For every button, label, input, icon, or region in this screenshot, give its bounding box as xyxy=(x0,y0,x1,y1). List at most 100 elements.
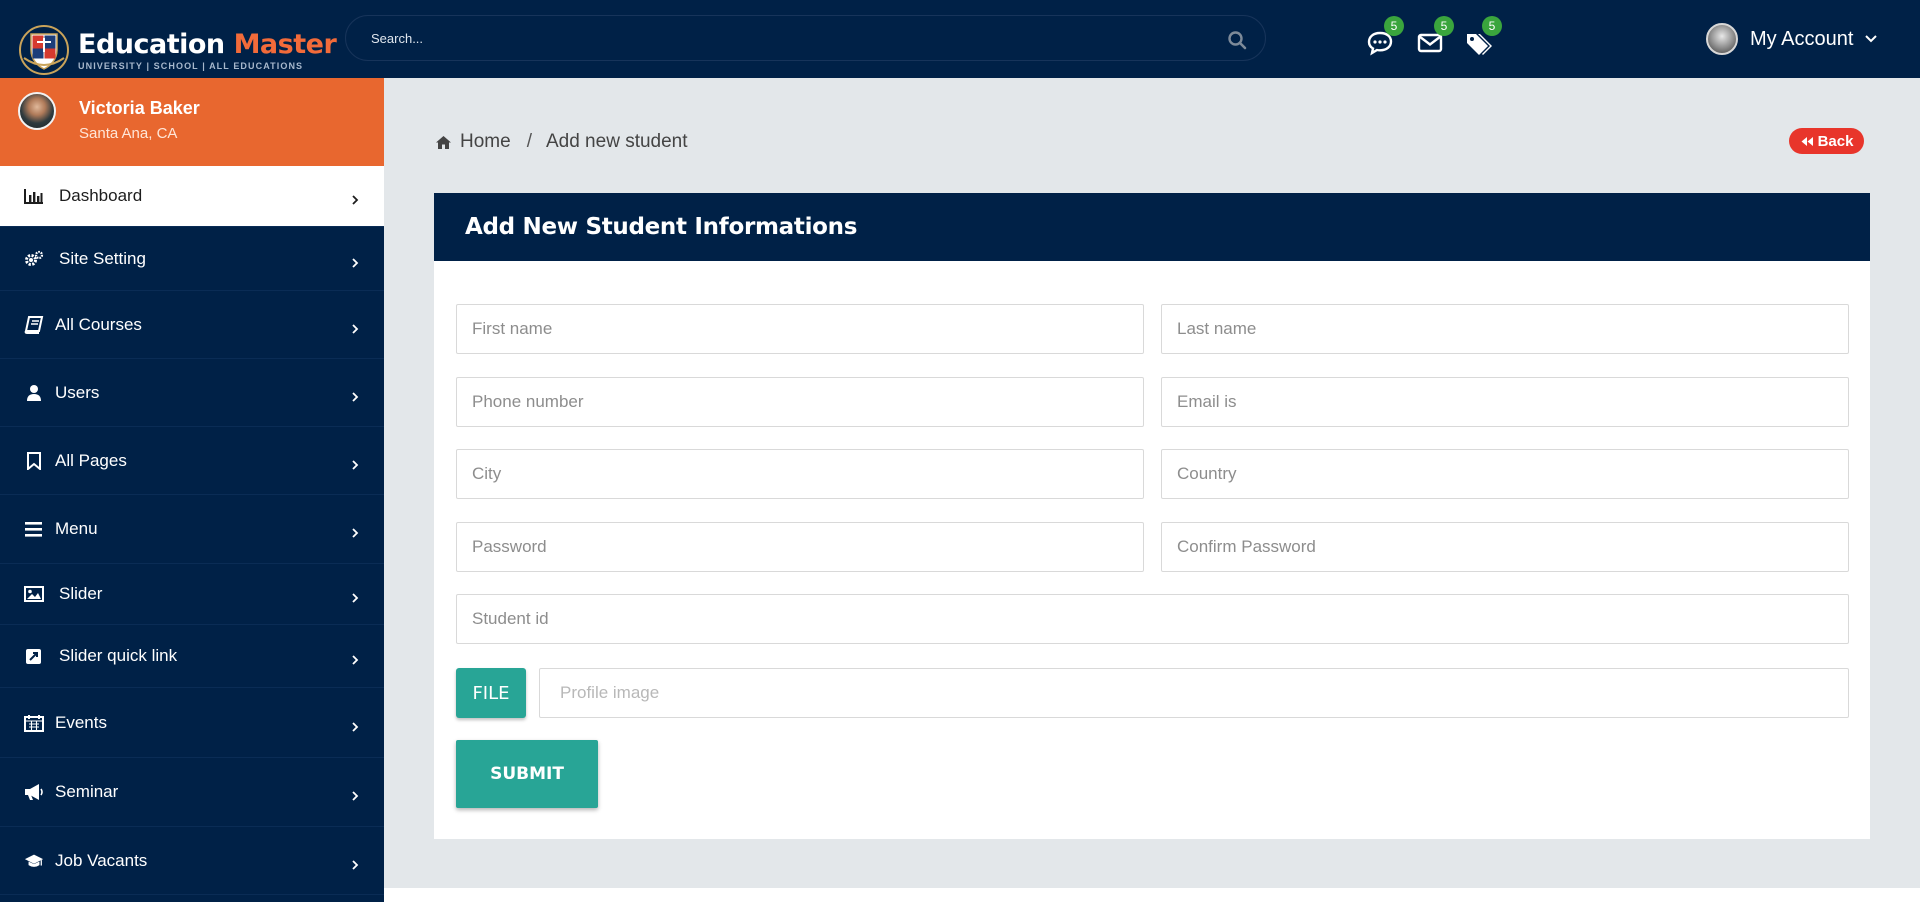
file-upload-button[interactable]: FILE xyxy=(456,668,526,718)
sidebar-item-events[interactable]: Events xyxy=(0,688,384,758)
brand-name: Education Master xyxy=(78,28,337,60)
search-bar xyxy=(345,15,1266,61)
footer-strip xyxy=(384,888,1920,902)
fast-backward-icon xyxy=(1801,136,1813,146)
user-icon xyxy=(27,384,41,401)
tags-button[interactable]: 5 xyxy=(1464,16,1502,56)
chevron-down-icon xyxy=(1865,35,1878,43)
password-field xyxy=(456,522,1144,572)
search-input[interactable] xyxy=(346,16,1265,60)
user-name: Victoria Baker xyxy=(79,98,200,118)
avatar xyxy=(1706,23,1738,55)
sidebar-item-label: Slider quick link xyxy=(59,646,178,665)
account-menu[interactable]: My Account xyxy=(1706,23,1878,55)
sidebar-item-label: Seminar xyxy=(55,782,119,801)
account-label: My Account xyxy=(1750,27,1854,50)
country-field xyxy=(1161,449,1849,499)
chevron-right-icon xyxy=(352,195,359,205)
book-icon xyxy=(24,315,44,334)
chevron-right-icon xyxy=(352,593,359,603)
sidebar-item-label: Site Setting xyxy=(59,248,146,268)
sidebar: Victoria Baker Santa Ana, CA Dashboard S… xyxy=(0,78,384,902)
mail-badge: 5 xyxy=(1434,16,1454,36)
first-name-input[interactable] xyxy=(457,305,1143,353)
calendar-icon xyxy=(24,714,44,732)
shield-crest-icon xyxy=(19,25,69,75)
email-field xyxy=(1161,377,1849,427)
bullhorn-icon xyxy=(25,784,43,800)
sidebar-item-slider-quick-link[interactable]: Slider quick link xyxy=(0,625,384,688)
messages-button[interactable]: 5 xyxy=(1366,16,1404,56)
email-input[interactable] xyxy=(1162,378,1848,426)
sidebar-item-seminar[interactable]: Seminar xyxy=(0,758,384,827)
bar-chart-icon xyxy=(24,189,43,204)
student-id-input[interactable] xyxy=(457,595,1848,643)
city-field xyxy=(456,449,1144,499)
sidebar-item-users[interactable]: Users xyxy=(0,359,384,427)
profile-image-input[interactable] xyxy=(540,669,1848,717)
breadcrumb-home-link[interactable]: Home xyxy=(460,131,511,153)
notification-badge: 5 xyxy=(1384,16,1404,36)
sidebar-item-label: Users xyxy=(55,382,100,402)
confirm-password-field xyxy=(1161,522,1849,572)
chevron-right-icon xyxy=(352,528,359,538)
chevron-right-icon xyxy=(352,721,359,732)
home-icon xyxy=(436,135,451,149)
submit-button[interactable]: SUBMIT xyxy=(456,740,598,808)
password-input[interactable] xyxy=(457,523,1143,571)
form-title: Add New Student Informations xyxy=(434,193,1870,261)
sidebar-item-site-setting[interactable]: Site Setting xyxy=(0,227,384,291)
chevron-right-icon xyxy=(352,791,359,801)
sidebar-item-slider[interactable]: Slider xyxy=(0,564,384,625)
chevron-right-icon xyxy=(352,859,359,870)
user-profile-panel: Victoria Baker Santa Ana, CA xyxy=(0,78,384,166)
brand-logo[interactable]: Education Master UNIVERSITY | SCHOOL | A… xyxy=(18,24,337,76)
breadcrumb: Home / Add new student xyxy=(435,131,688,153)
first-name-field xyxy=(456,304,1144,354)
search-icon[interactable] xyxy=(1227,30,1247,50)
sidebar-item-menu[interactable]: Menu xyxy=(0,495,384,564)
back-button[interactable]: Back xyxy=(1789,128,1864,154)
gears-icon xyxy=(25,250,44,266)
sidebar-item-label: Dashboard xyxy=(59,186,143,205)
user-location: Santa Ana, CA xyxy=(79,125,178,142)
top-navbar: Education Master UNIVERSITY | SCHOOL | A… xyxy=(0,0,1920,78)
sidebar-item-label: All Courses xyxy=(55,314,142,334)
back-button-label: Back xyxy=(1817,132,1854,150)
sidebar-item-dashboard[interactable]: Dashboard xyxy=(0,166,384,227)
brand-name-part1: Education xyxy=(78,28,225,60)
profile-image-field xyxy=(539,668,1849,718)
bookmark-icon xyxy=(27,451,41,470)
sidebar-item-label: All Pages xyxy=(55,450,127,470)
sidebar-item-all-pages[interactable]: All Pages xyxy=(0,427,384,495)
user-avatar xyxy=(18,92,56,130)
bars-icon xyxy=(25,522,42,537)
breadcrumb-current: Add new student xyxy=(545,131,688,152)
last-name-input[interactable] xyxy=(1162,305,1848,353)
country-input[interactable] xyxy=(1162,450,1848,498)
external-link-icon xyxy=(26,649,41,664)
sidebar-item-label: Slider xyxy=(59,584,103,603)
last-name-field xyxy=(1161,304,1849,354)
phone-input[interactable] xyxy=(457,378,1143,426)
student-form-card: Add New Student Informations FILE SUBMIT xyxy=(434,193,1870,839)
chevron-right-icon xyxy=(352,257,359,268)
city-input[interactable] xyxy=(457,450,1143,498)
mail-button[interactable]: 5 xyxy=(1416,16,1454,56)
image-icon xyxy=(24,586,44,602)
sidebar-item-job-vacants[interactable]: Job Vacants xyxy=(0,827,384,895)
confirm-password-input[interactable] xyxy=(1162,523,1848,571)
phone-field xyxy=(456,377,1144,427)
sidebar-item-label: Job Vacants xyxy=(55,850,148,870)
tags-badge: 5 xyxy=(1482,16,1502,36)
sidebar-item-all-courses[interactable]: All Courses xyxy=(0,291,384,359)
brand-name-part2: Master xyxy=(233,28,337,60)
chevron-right-icon xyxy=(352,459,359,470)
brand-tagline: UNIVERSITY | SCHOOL | ALL EDUCATIONS xyxy=(78,60,304,71)
graduation-cap-icon xyxy=(24,854,44,867)
chevron-right-icon xyxy=(352,391,359,402)
breadcrumb-separator: / xyxy=(526,131,532,152)
sidebar-item-label: Menu xyxy=(55,519,98,538)
student-id-field xyxy=(456,594,1849,644)
chevron-right-icon xyxy=(352,323,359,334)
